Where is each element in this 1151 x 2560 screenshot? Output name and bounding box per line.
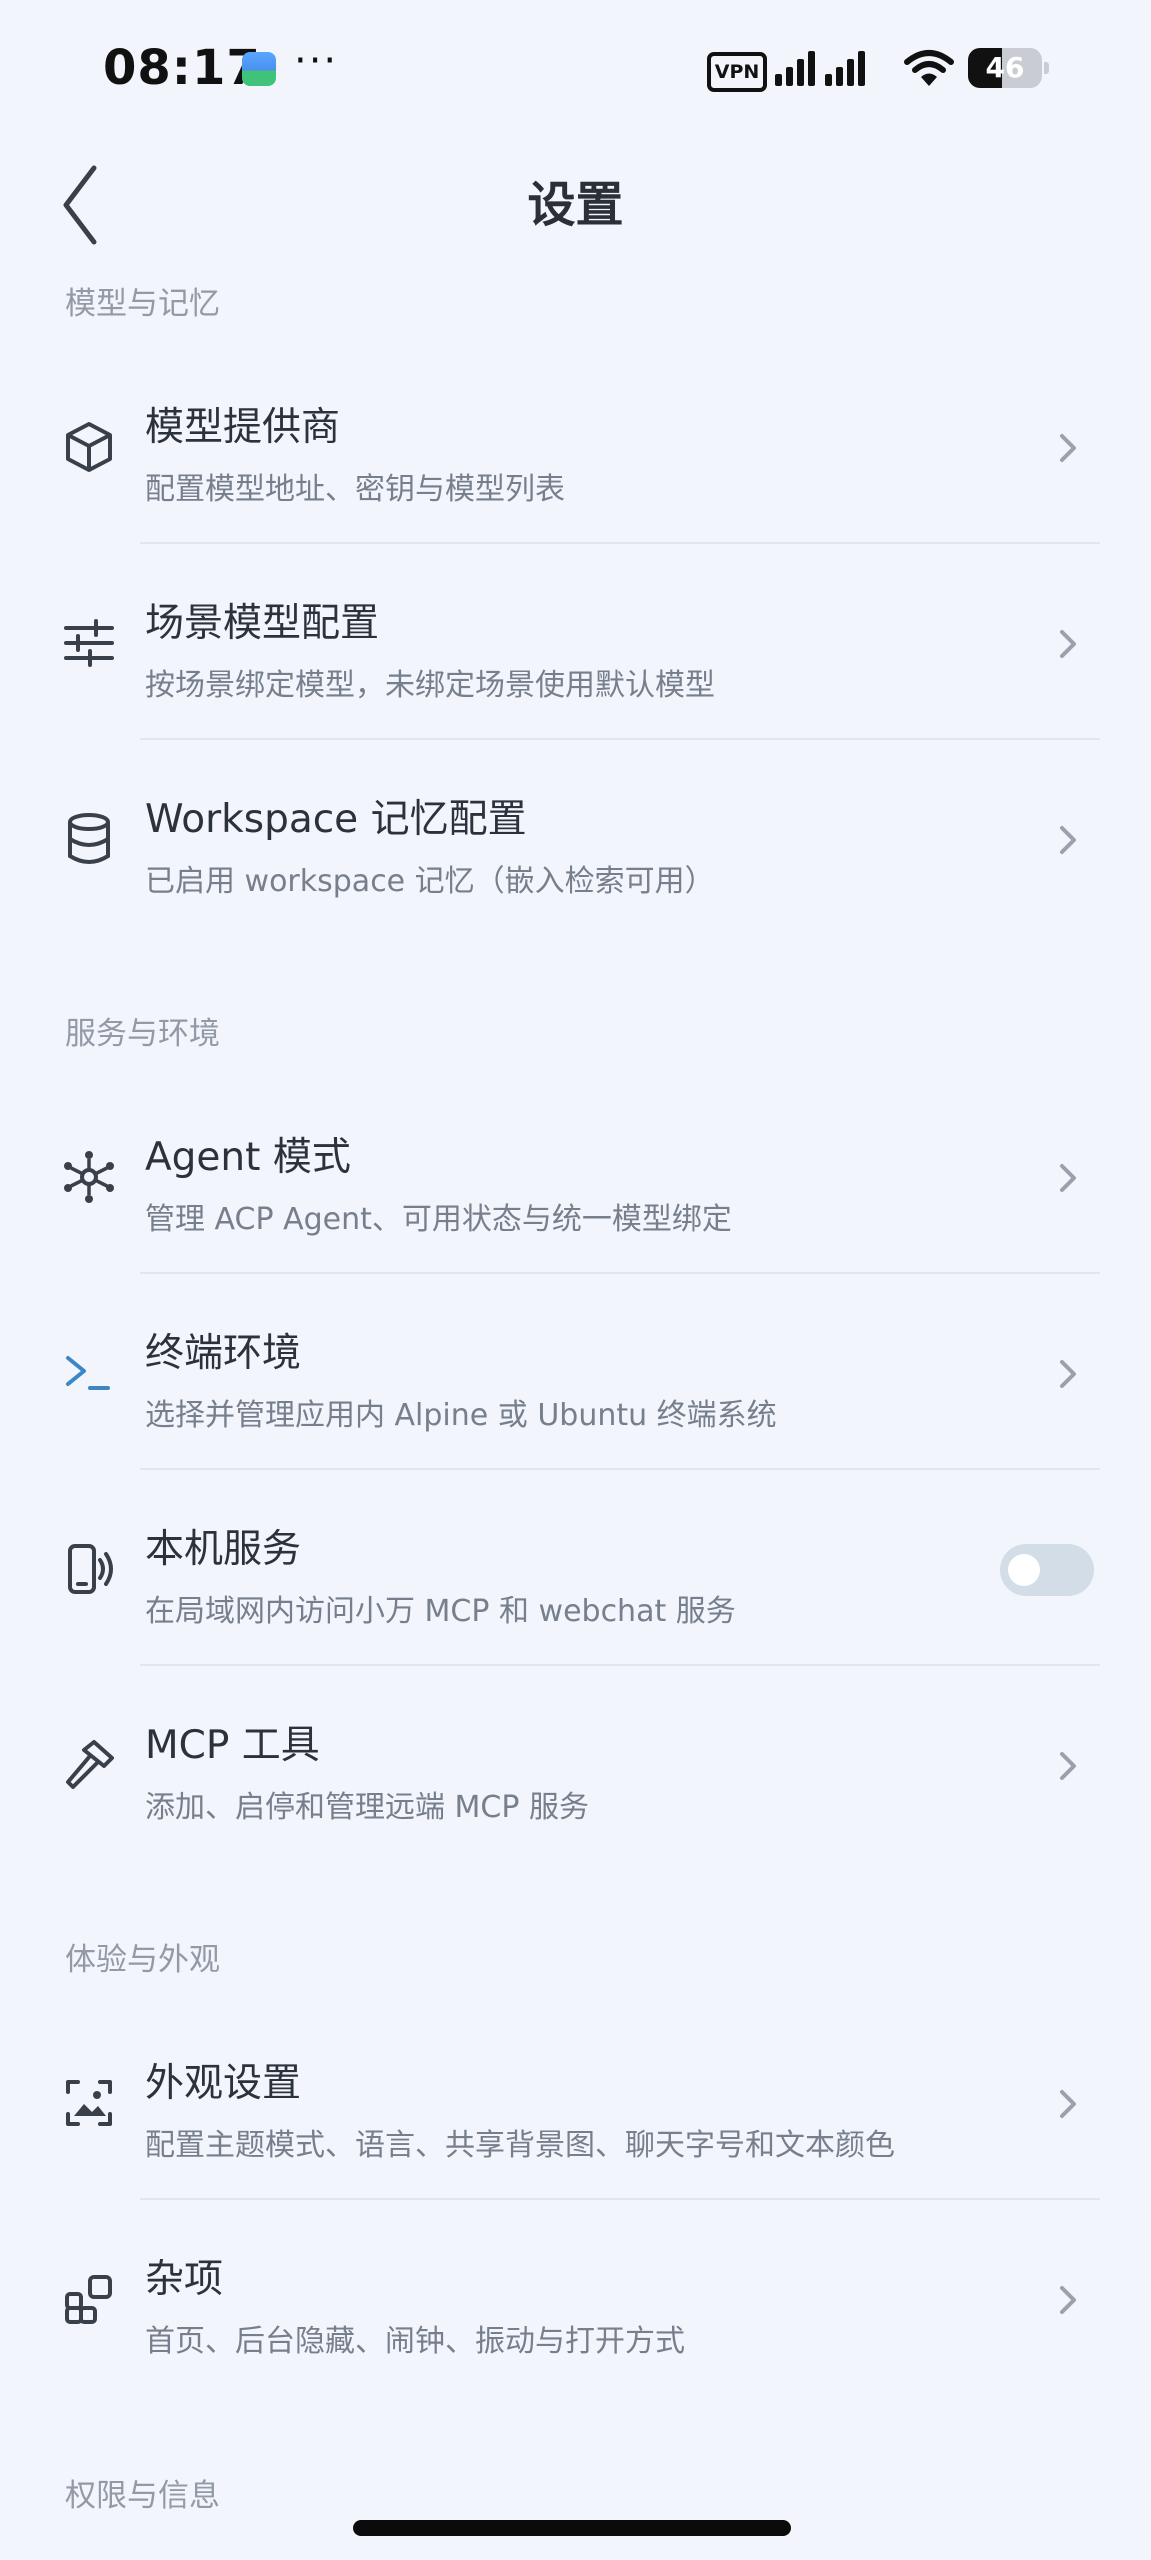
battery-icon: 46 bbox=[968, 48, 1042, 88]
cellular-signal-icon bbox=[775, 51, 865, 86]
chevron-right-icon bbox=[1060, 1360, 1076, 1388]
battery-indicator: 46 bbox=[968, 48, 1049, 88]
chevron-right-icon bbox=[1060, 1164, 1076, 1192]
more-notifications-icon: ··· bbox=[294, 38, 339, 84]
battery-tip bbox=[1044, 62, 1049, 74]
settings-item-title: 杂项 bbox=[145, 2257, 224, 2302]
toggle-knob bbox=[1008, 1554, 1040, 1586]
image-frame-icon bbox=[66, 2080, 112, 2126]
wifi-icon bbox=[904, 50, 954, 86]
settings-item-misc[interactable]: 杂项 首页、后台隐藏、闹钟、振动与打开方式 bbox=[0, 2202, 1151, 2397]
section-title-service-env: 服务与环境 bbox=[65, 1016, 220, 1052]
settings-item-subtitle: 管理 ACP Agent、可用状态与统一模型绑定 bbox=[145, 1202, 732, 1237]
chevron-right-icon bbox=[1060, 2090, 1076, 2118]
settings-item-title: Workspace 记忆配置 bbox=[145, 797, 527, 842]
settings-item-scene-model[interactable]: 场景模型配置 按场景绑定模型，未绑定场景使用默认模型 bbox=[0, 546, 1151, 741]
settings-item-local-service[interactable]: 本机服务 在局域网内访问小万 MCP 和 webchat 服务 bbox=[0, 1472, 1151, 1667]
cube-icon bbox=[66, 422, 112, 472]
settings-item-subtitle: 已启用 workspace 记忆（嵌入检索可用） bbox=[145, 864, 715, 899]
chevron-right-icon bbox=[1060, 826, 1076, 854]
terminal-icon bbox=[66, 1356, 110, 1390]
settings-item-title: 场景模型配置 bbox=[145, 601, 380, 646]
local-service-toggle[interactable] bbox=[1000, 1544, 1094, 1596]
chevron-right-icon bbox=[1060, 2286, 1076, 2314]
settings-item-title: 外观设置 bbox=[145, 2061, 302, 2106]
divider bbox=[140, 542, 1100, 544]
settings-item-subtitle: 选择并管理应用内 Alpine 或 Ubuntu 终端系统 bbox=[145, 1398, 777, 1433]
divider bbox=[140, 2198, 1100, 2200]
widgets-icon bbox=[65, 2275, 112, 2324]
settings-item-mcp-tools[interactable]: MCP 工具 添加、启停和管理远端 MCP 服务 bbox=[0, 1668, 1151, 1863]
settings-item-title: MCP 工具 bbox=[145, 1723, 320, 1768]
status-bar: 08:17 ··· VPN 46 bbox=[0, 0, 1151, 140]
battery-level: 46 bbox=[985, 51, 1025, 84]
sliders-icon bbox=[64, 619, 114, 667]
home-indicator[interactable] bbox=[353, 2520, 791, 2536]
settings-item-subtitle: 添加、启停和管理远端 MCP 服务 bbox=[145, 1790, 589, 1825]
section-title-model-memory: 模型与记忆 bbox=[65, 286, 220, 322]
settings-item-subtitle: 配置模型地址、密钥与模型列表 bbox=[145, 472, 565, 507]
page-title: 设置 bbox=[527, 177, 624, 233]
status-time: 08:17 bbox=[103, 40, 261, 96]
settings-item-title: 终端环境 bbox=[145, 1331, 302, 1376]
chevron-right-icon bbox=[1060, 630, 1076, 658]
settings-item-subtitle: 配置主题模式、语言、共享背景图、聊天字号和文本颜色 bbox=[145, 2128, 895, 2163]
divider bbox=[140, 1468, 1100, 1470]
vpn-icon: VPN bbox=[707, 52, 767, 92]
chevron-left-icon bbox=[63, 165, 97, 245]
settings-item-workspace-memory[interactable]: Workspace 记忆配置 已启用 workspace 记忆（嵌入检索可用） bbox=[0, 742, 1151, 937]
divider bbox=[140, 1664, 1100, 1666]
section-title-permissions-info: 权限与信息 bbox=[65, 2478, 220, 2514]
hammer-icon bbox=[66, 1740, 114, 1789]
settings-item-title: 模型提供商 bbox=[145, 405, 341, 450]
settings-item-subtitle: 在局域网内访问小万 MCP 和 webchat 服务 bbox=[145, 1594, 736, 1629]
settings-item-agent-mode[interactable]: Agent 模式 管理 ACP Agent、可用状态与统一模型绑定 bbox=[0, 1080, 1151, 1275]
chevron-right-icon bbox=[1060, 434, 1076, 462]
section-title-experience-appearance: 体验与外观 bbox=[65, 1942, 220, 1978]
settings-item-title: 本机服务 bbox=[145, 1527, 302, 1572]
settings-item-subtitle: 按场景绑定模型，未绑定场景使用默认模型 bbox=[145, 668, 715, 703]
settings-item-model-provider[interactable]: 模型提供商 配置模型地址、密钥与模型列表 bbox=[0, 350, 1151, 545]
phone-broadcast-icon bbox=[68, 1544, 113, 1594]
back-button[interactable] bbox=[50, 150, 130, 260]
settings-item-subtitle: 首页、后台隐藏、闹钟、振动与打开方式 bbox=[145, 2324, 685, 2359]
settings-item-appearance[interactable]: 外观设置 配置主题模式、语言、共享背景图、聊天字号和文本颜色 bbox=[0, 2006, 1151, 2201]
header: 设置 bbox=[0, 140, 1151, 270]
chevron-right-icon bbox=[1060, 1752, 1076, 1780]
divider bbox=[140, 738, 1100, 740]
settings-screen: 08:17 ··· VPN 46 设置 模型与记忆 模型提供商 配置模型地址、密… bbox=[0, 0, 1151, 2560]
network-hub-icon bbox=[64, 1151, 114, 1203]
settings-item-terminal-env[interactable]: 终端环境 选择并管理应用内 Alpine 或 Ubuntu 终端系统 bbox=[0, 1276, 1151, 1471]
settings-item-title: Agent 模式 bbox=[145, 1135, 351, 1180]
database-icon bbox=[68, 813, 110, 864]
gallery-app-icon bbox=[242, 52, 276, 86]
divider bbox=[140, 1272, 1100, 1274]
